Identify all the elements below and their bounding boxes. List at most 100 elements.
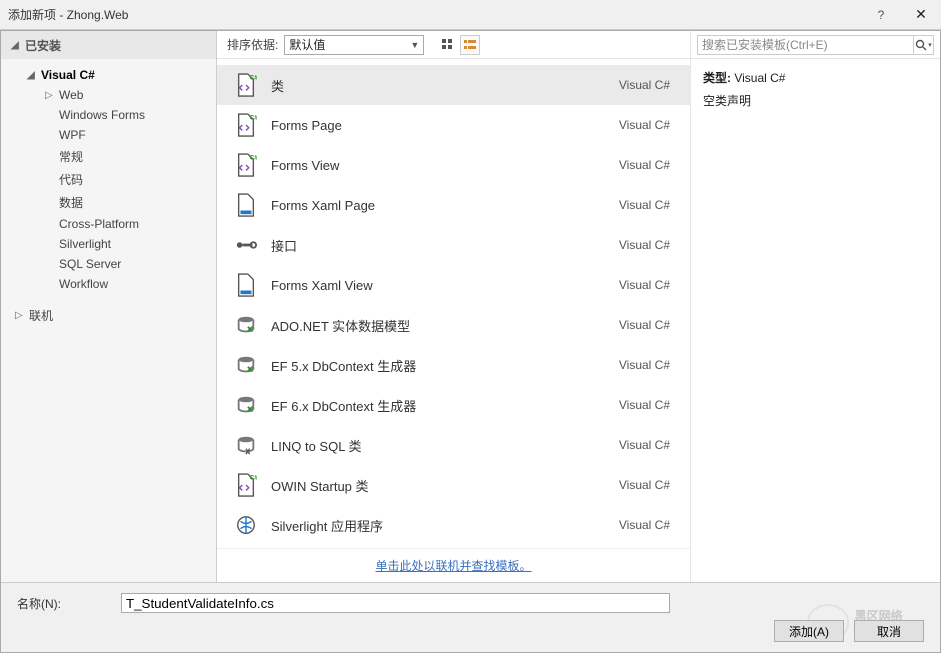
template-name: Forms Page <box>261 118 570 133</box>
type-value: Visual C# <box>734 71 785 85</box>
view-list-button[interactable] <box>460 35 480 55</box>
chevron-down-icon: ▾ <box>928 41 932 49</box>
window-title: 添加新项 - Zhong.Web <box>8 6 861 23</box>
online-templates-link[interactable]: 单击此处以联机并查找模板。 <box>375 559 531 573</box>
template-row[interactable]: ADO.NET 实体数据模型Visual C# <box>217 305 690 345</box>
template-lang: Visual C# <box>570 358 690 372</box>
nav-windows-forms[interactable]: Windows Forms <box>1 105 216 125</box>
template-name: ADO.NET 实体数据模型 <box>261 316 570 335</box>
template-row[interactable]: Forms PageVisual C# <box>217 105 690 145</box>
template-row[interactable]: EF 5.x DbContext 生成器Visual C# <box>217 345 690 385</box>
nav-label: Visual C# <box>41 68 95 82</box>
template-row[interactable]: Forms Xaml ViewVisual C# <box>217 265 690 305</box>
nav-workflow[interactable]: Workflow <box>1 274 216 294</box>
left-nav: ◢ Visual C# ▷ Web Windows Forms WPF 常规 代码… <box>1 59 217 582</box>
template-name: 类 <box>261 76 570 95</box>
template-name: Forms Xaml Page <box>261 198 570 213</box>
template-icon <box>231 72 261 98</box>
template-row[interactable]: 类Visual C# <box>217 65 690 105</box>
template-icon <box>231 512 261 538</box>
nav-wpf[interactable]: WPF <box>1 125 216 145</box>
template-lang: Visual C# <box>570 158 690 172</box>
template-lang: Visual C# <box>570 478 690 492</box>
nav-label: 常规 <box>59 148 83 165</box>
titlebar: 添加新项 - Zhong.Web ? ✕ <box>0 0 941 30</box>
nav-label: Silverlight <box>59 237 111 251</box>
template-list: 类Visual C#Forms PageVisual C#Forms ViewV… <box>217 59 690 548</box>
chevron-down-icon: ▼ <box>410 40 419 50</box>
sort-selected: 默认值 <box>289 36 325 53</box>
nav-visual-csharp[interactable]: ◢ Visual C# <box>1 65 216 85</box>
cancel-button[interactable]: 取消 <box>854 620 924 642</box>
nav-general[interactable]: 常规 <box>1 145 216 168</box>
nav-label: Cross-Platform <box>59 217 139 231</box>
template-row[interactable]: LINQ to SQL 类Visual C# <box>217 425 690 465</box>
template-name: Silverlight 应用程序 <box>261 516 570 535</box>
template-lang: Visual C# <box>570 438 690 452</box>
template-row[interactable]: 接口Visual C# <box>217 225 690 265</box>
search-placeholder: 搜索已安装模板(Ctrl+E) <box>702 36 909 53</box>
help-button[interactable]: ? <box>861 8 901 22</box>
nav-label: 数据 <box>59 194 83 211</box>
nav-label: SQL Server <box>59 257 121 271</box>
template-row[interactable]: EF 6.x DbContext 生成器Visual C# <box>217 385 690 425</box>
nav-sql-server[interactable]: SQL Server <box>1 254 216 274</box>
nav-code[interactable]: 代码 <box>1 168 216 191</box>
template-lang: Visual C# <box>570 318 690 332</box>
template-icon <box>231 112 261 138</box>
template-row[interactable]: Forms Xaml PageVisual C# <box>217 185 690 225</box>
template-name: LINQ to SQL 类 <box>261 436 570 455</box>
template-lang: Visual C# <box>570 118 690 132</box>
template-lang: Visual C# <box>570 198 690 212</box>
nav-label: Windows Forms <box>59 108 145 122</box>
view-grid-button[interactable] <box>438 35 458 55</box>
template-icon <box>231 312 261 338</box>
sort-label: 排序依据: <box>227 36 278 53</box>
template-name: Forms Xaml View <box>261 278 570 293</box>
template-name: 接口 <box>261 236 570 255</box>
chevron-down-icon: ◢ <box>27 70 37 81</box>
nav-silverlight[interactable]: Silverlight <box>1 234 216 254</box>
name-label: 名称(N): <box>17 595 121 612</box>
nav-label: Workflow <box>59 277 108 291</box>
search-button[interactable]: ▾ <box>914 35 934 55</box>
nav-label: WPF <box>59 128 86 142</box>
search-icon <box>915 39 927 51</box>
chevron-down-icon: ◢ <box>11 40 21 51</box>
type-desc: 空类声明 <box>703 92 928 109</box>
sort-select[interactable]: 默认值 ▼ <box>284 35 424 55</box>
type-label: 类型: <box>703 71 731 85</box>
details-pane: 类型: Visual C# 空类声明 <box>690 59 940 582</box>
installed-header[interactable]: ◢ 已安装 <box>1 31 217 59</box>
chevron-right-icon: ▷ <box>45 90 55 101</box>
template-lang: Visual C# <box>570 278 690 292</box>
search-input[interactable]: 搜索已安装模板(Ctrl+E) <box>697 35 914 55</box>
template-row[interactable]: OWIN Startup 类Visual C# <box>217 465 690 505</box>
installed-label: 已安装 <box>25 37 61 54</box>
template-icon <box>231 432 261 458</box>
nav-label: 代码 <box>59 171 83 188</box>
add-button[interactable]: 添加(A) <box>774 620 844 642</box>
nav-online[interactable]: ▷联机 <box>1 304 216 327</box>
template-lang: Visual C# <box>570 398 690 412</box>
name-input[interactable] <box>121 593 670 613</box>
template-name: Forms View <box>261 158 570 173</box>
nav-data[interactable]: 数据 <box>1 191 216 214</box>
template-icon <box>231 192 261 218</box>
template-name: EF 5.x DbContext 生成器 <box>261 356 570 375</box>
nav-label: 联机 <box>29 307 53 324</box>
close-button[interactable]: ✕ <box>901 6 941 23</box>
template-icon <box>231 272 261 298</box>
nav-web[interactable]: ▷ Web <box>1 85 216 105</box>
template-row[interactable]: Silverlight 应用程序Visual C# <box>217 505 690 545</box>
template-lang: Visual C# <box>570 78 690 92</box>
template-name: EF 6.x DbContext 生成器 <box>261 396 570 415</box>
template-icon <box>231 152 261 178</box>
template-icon <box>231 232 261 258</box>
template-row[interactable]: Forms ViewVisual C# <box>217 145 690 185</box>
template-icon <box>231 352 261 378</box>
template-lang: Visual C# <box>570 518 690 532</box>
template-icon <box>231 472 261 498</box>
nav-label: Web <box>59 88 83 102</box>
nav-cross-platform[interactable]: Cross-Platform <box>1 214 216 234</box>
